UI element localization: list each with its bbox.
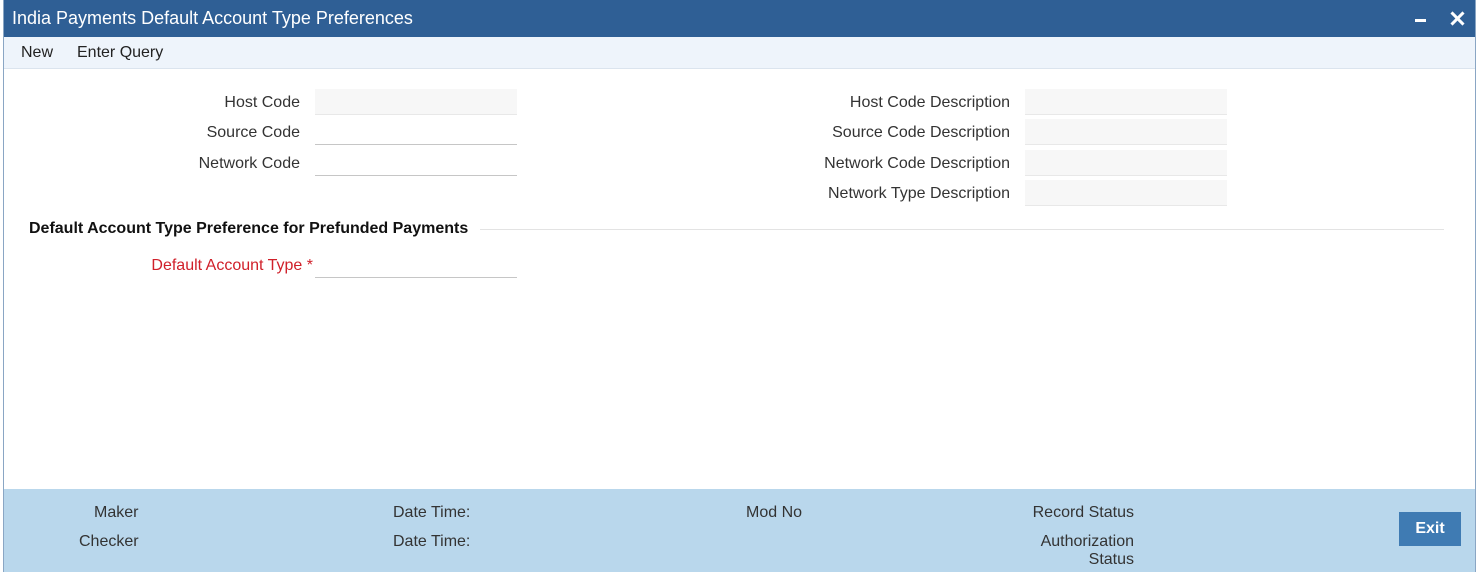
window-title: India Payments Default Account Type Pref… xyxy=(12,8,413,28)
network-type-description-field[interactable] xyxy=(1025,180,1227,206)
network-code-description-label: Network Code Description xyxy=(824,155,1010,172)
network-code-description-field[interactable] xyxy=(1025,150,1227,176)
maker-date-time-label: Date Time: xyxy=(393,504,471,521)
host-code-description-field[interactable] xyxy=(1025,89,1227,115)
host-code-field[interactable] xyxy=(315,89,517,115)
exit-button[interactable]: Exit xyxy=(1399,512,1461,546)
authorization-status-label: Status xyxy=(1088,551,1134,568)
default-account-type-field[interactable] xyxy=(315,252,517,278)
dialog-window: India Payments Default Account Type Pref… xyxy=(3,0,1476,572)
menu-bar: New Enter Query xyxy=(4,37,1475,69)
new-menu-item[interactable]: New xyxy=(21,44,53,62)
maker-label: Maker xyxy=(94,504,139,521)
default-account-type-label: Default Account Type * xyxy=(104,257,313,275)
source-code-label: Source Code xyxy=(206,124,300,141)
host-code-description-label: Host Code Description xyxy=(849,94,1010,111)
enter-query-menu-item[interactable]: Enter Query xyxy=(77,44,163,62)
checker-date-time-label: Date Time: xyxy=(393,533,471,550)
source-code-description-field[interactable] xyxy=(1025,119,1227,145)
section-title: Default Account Type Preference for Pref… xyxy=(29,220,481,238)
source-code-description-label: Source Code Description xyxy=(832,124,1010,141)
network-type-description-label: Network Type Description xyxy=(828,185,1010,202)
checker-label: Checker xyxy=(79,533,139,550)
required-asterisk: * xyxy=(306,257,313,274)
minimize-icon[interactable] xyxy=(1410,7,1432,29)
title-bar: India Payments Default Account Type Pref… xyxy=(4,0,1475,37)
audit-footer: Maker Checker Date Time: Date Time: Mod … xyxy=(4,489,1475,572)
close-icon[interactable] xyxy=(1447,7,1469,29)
record-status-label: Record Status xyxy=(1032,504,1134,521)
host-code-label: Host Code xyxy=(224,94,300,111)
network-code-field[interactable] xyxy=(315,150,517,176)
source-code-field[interactable] xyxy=(315,119,517,145)
mod-no-label: Mod No xyxy=(746,504,803,521)
network-code-label: Network Code xyxy=(198,155,300,172)
authorization-label: Authorization xyxy=(1040,533,1134,550)
default-account-type-label-text: Default Account Type xyxy=(151,257,303,274)
